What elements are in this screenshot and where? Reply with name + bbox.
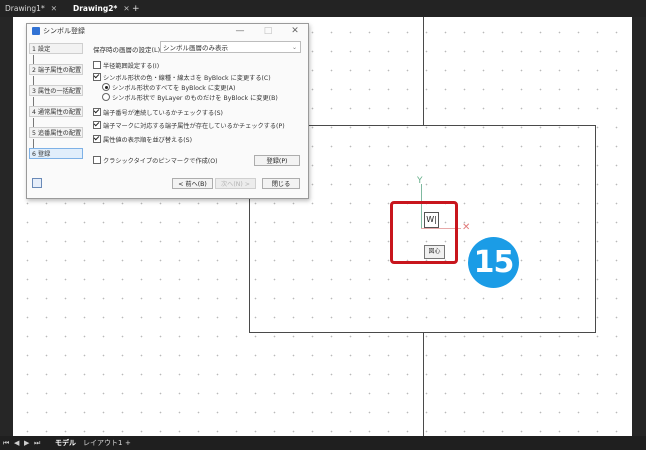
tab-drawing2[interactable]: Drawing2* ✕ [73,3,130,15]
register-button[interactable]: 登録(P) [254,155,300,166]
x-axis-icon: ✕ [462,222,471,233]
add-tab-icon[interactable]: + [132,3,140,15]
highlight-box [390,201,458,264]
half-range-option[interactable]: 半径範囲設定する(I) [93,61,159,71]
tab-model[interactable]: モデル [55,437,76,449]
right-border [632,17,646,436]
document-tab-bar: Drawing1* ✕ Drawing2* ✕ + [0,0,646,17]
radio-button[interactable] [102,93,110,101]
app-icon [32,27,40,35]
sort-attr-option[interactable]: 属性値の表示順を並び替える(S) [93,135,192,145]
y-axis-label: Y [417,176,423,186]
back-button[interactable]: < 前へ(B) [172,178,213,189]
close-icon[interactable]: ✕ [286,25,304,37]
change-color-option[interactable]: シンボル形状の色・線種・線太さを ByBlock に変更する(C) [93,73,271,83]
minimize-icon[interactable]: — [231,25,249,37]
check-terminal-mark-option[interactable]: 端子マークに対応する端子属性が存在しているかチェックする(P) [93,121,285,131]
classic-pinmark-option[interactable]: クラシックタイプのピンマークで作成(O) [93,156,218,166]
radio-all-option[interactable]: シンボル形状のすべてを ByBlock に変更(A) [102,83,235,93]
close-icon[interactable]: ✕ [123,4,129,13]
radio-bylayer-option[interactable]: シンボル形状で ByLayer のものだけを ByBlock に変更(B) [102,93,278,103]
checkbox[interactable] [93,108,101,116]
symbol-register-dialog: シンボル登録 — □ ✕ 1 設定 2 端子属性の配置 3 属性の一括配置 4 … [26,23,309,199]
sidebar-item-settings[interactable]: 1 設定 [29,43,83,54]
info-icon[interactable] [32,178,42,188]
step-sidebar: 1 設定 2 端子属性の配置 3 属性の一括配置 4 通常属性の配置 5 追番属… [27,40,85,178]
save-layer-value: シンボル画層のみ表示 [163,44,228,52]
sidebar-item-normal-attr[interactable]: 4 通常属性の配置 [29,106,83,117]
save-layer-label: 保存時の画層の設定(L) [93,46,161,54]
checkbox[interactable] [93,61,101,69]
step-connector [33,139,34,148]
radio-button[interactable] [102,83,110,91]
step-number-badge: 15 [468,237,519,288]
checkbox[interactable] [93,121,101,129]
dialog-titlebar[interactable]: シンボル登録 — □ ✕ [27,24,308,38]
next-tab-icon[interactable]: ▶ [24,437,29,449]
center-line-bottom [423,332,424,436]
maximize-icon[interactable]: □ [259,25,277,37]
save-layer-select[interactable]: シンボル画層のみ表示 ⌄ [160,41,301,53]
left-border [0,17,13,436]
sidebar-item-serial-attr[interactable]: 5 追番属性の配置 [29,127,83,138]
sidebar-item-bulk-attr[interactable]: 3 属性の一括配置 [29,85,83,96]
step-connector [33,118,34,127]
sidebar-item-register[interactable]: 6 登録 [29,148,83,159]
step-connector [33,76,34,85]
checkbox[interactable] [93,73,101,81]
center-line-top [423,17,424,125]
tab-label: Drawing2* [73,4,118,13]
prev-tab-icon[interactable]: ◀ [14,437,19,449]
dialog-title: シンボル登録 [43,27,85,35]
checkbox[interactable] [93,135,101,143]
step-connector [33,55,34,64]
sidebar-item-terminal-attr[interactable]: 2 端子属性の配置 [29,64,83,75]
next-button[interactable]: 次へ(N) > [215,178,256,189]
add-layout-icon[interactable]: + [125,437,131,449]
check-terminal-number-option[interactable]: 端子番号が連続しているかチェックする(S) [93,108,223,118]
layout-tab-bar: ⏮ ◀ ▶ ⏭ モデル レイアウト1 + [0,436,646,450]
checkbox[interactable] [93,156,101,164]
step-connector [33,97,34,106]
close-icon[interactable]: ✕ [51,4,57,13]
tab-drawing1[interactable]: Drawing1* ✕ [5,3,57,15]
last-tab-icon[interactable]: ⏭ [34,437,40,449]
tab-layout1[interactable]: レイアウト1 [83,437,122,449]
close-button[interactable]: 閉じる [262,178,300,189]
chevron-down-icon: ⌄ [291,44,297,51]
first-tab-icon[interactable]: ⏮ [3,437,9,449]
tab-label: Drawing1* [5,4,45,13]
